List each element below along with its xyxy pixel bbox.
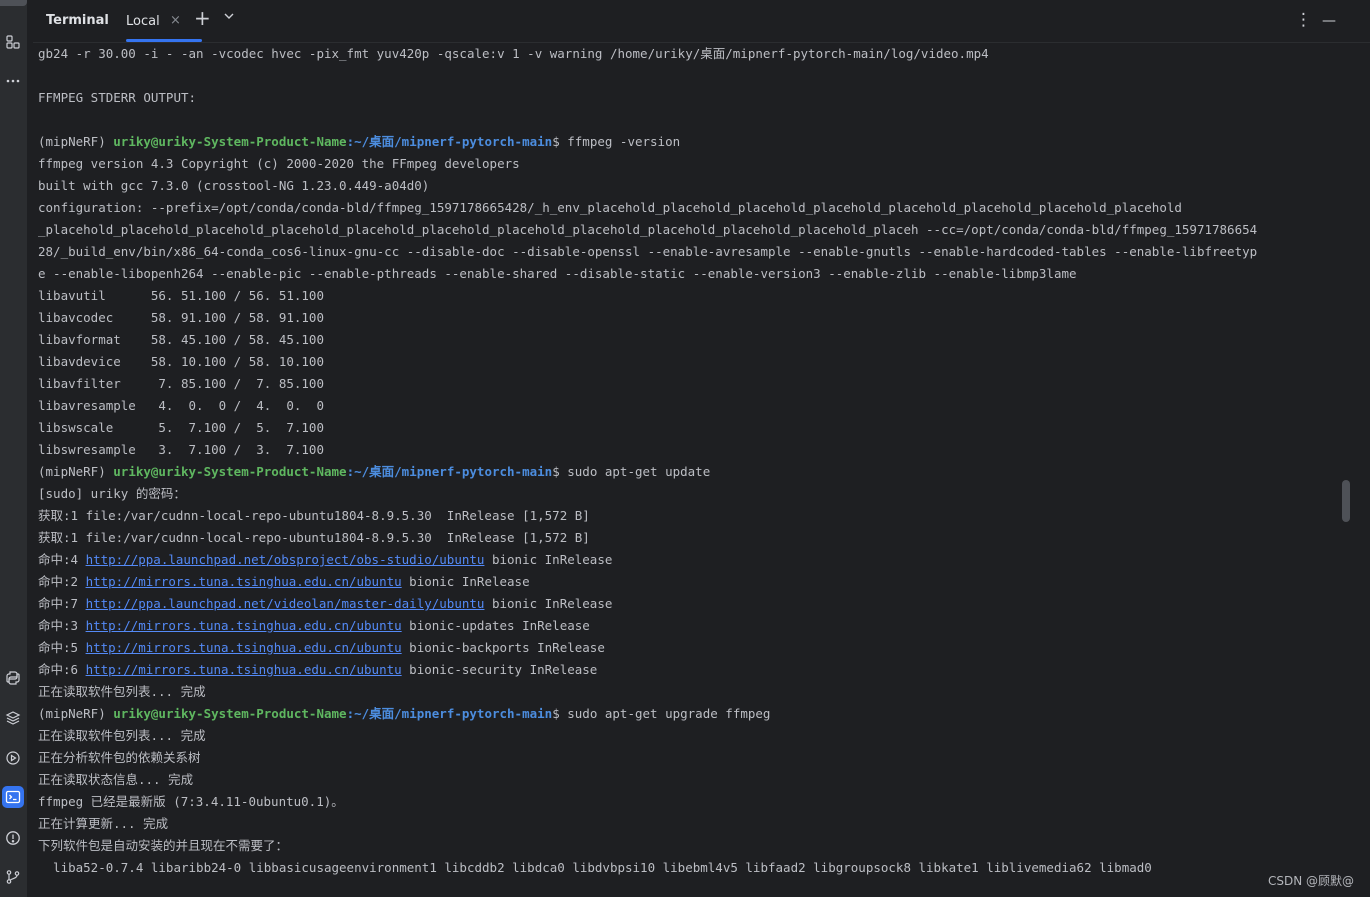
line-prefix: 命中:5 <box>38 640 86 655</box>
line-prefix: 命中:6 <box>38 662 86 677</box>
line-suffix: bionic InRelease <box>484 596 613 611</box>
tab-local[interactable]: Local × <box>118 0 202 42</box>
url-link[interactable]: http://mirrors.tuna.tsinghua.edu.cn/ubun… <box>86 574 402 589</box>
url-link[interactable]: http://ppa.launchpad.net/obsproject/obs-… <box>86 552 485 567</box>
new-tab-icon[interactable]: + <box>194 8 211 28</box>
line-suffix: bionic InRelease <box>401 574 530 589</box>
terminal-line: 命中:3 http://mirrors.tuna.tsinghua.edu.cn… <box>38 615 1348 637</box>
terminal-line: libavutil 56. 51.100 / 56. 51.100 <box>38 288 324 303</box>
terminal-line: 命中:5 http://mirrors.tuna.tsinghua.edu.cn… <box>38 637 1348 659</box>
terminal-prompt-line: (mipNeRF) uriky@uriky-System-Product-Nam… <box>38 131 1348 153</box>
rail-scroll-indicator <box>0 0 27 6</box>
terminal-line: 正在读取软件包列表... 完成 <box>38 684 206 699</box>
prompt-command: sudo apt-get update <box>567 464 711 479</box>
terminal-line: libavdevice 58. 10.100 / 58. 10.100 <box>38 354 324 369</box>
terminal-line: liba52-0.7.4 libaribb24-0 libbasicusagee… <box>38 860 1152 875</box>
terminal-line: 下列软件包是自动安装的并且现在不需要了： <box>38 838 289 853</box>
line-prefix: 命中:4 <box>38 552 86 567</box>
more-icon[interactable] <box>2 70 24 92</box>
terminal-line: 命中:6 http://mirrors.tuna.tsinghua.edu.cn… <box>38 659 1348 681</box>
git-icon[interactable] <box>2 866 24 888</box>
line-suffix: bionic-updates InRelease <box>401 618 590 633</box>
terminal-line: e --enable-libopenh264 --enable-pic --en… <box>38 266 1077 281</box>
terminal-line: 正在读取状态信息... 完成 <box>38 772 194 787</box>
prompt-command: sudo apt-get upgrade ffmpeg <box>567 706 771 721</box>
prompt-user: uriky@uriky-System-Product-Name <box>113 706 347 721</box>
terminal-line: 命中:7 http://ppa.launchpad.net/videolan/m… <box>38 593 1348 615</box>
terminal-line: [sudo] uriky 的密码： <box>38 486 186 501</box>
close-icon[interactable]: × <box>170 13 181 28</box>
chevron-down-icon[interactable] <box>223 8 235 26</box>
terminal-line: 命中:2 http://mirrors.tuna.tsinghua.edu.cn… <box>38 571 1348 593</box>
prompt-separator: $ <box>552 134 568 149</box>
terminal-line: libavresample 4. 0. 0 / 4. 0. 0 <box>38 398 324 413</box>
terminal-line: 获取:1 file:/var/cudnn-local-repo-ubuntu18… <box>38 508 590 523</box>
prompt-path: :~/桌面/mipnerf-pytorch-main <box>346 134 553 149</box>
prompt-separator: $ <box>552 706 568 721</box>
structure-icon[interactable] <box>2 31 24 53</box>
python-console-icon[interactable] <box>2 667 24 689</box>
minimize-icon[interactable]: — <box>1322 12 1336 30</box>
terminal-line: configuration: --prefix=/opt/conda/conda… <box>38 200 1182 215</box>
line-prefix: 命中:2 <box>38 574 86 589</box>
url-link[interactable]: http://mirrors.tuna.tsinghua.edu.cn/ubun… <box>86 640 402 655</box>
terminal-line: 正在计算更新... 完成 <box>38 816 169 831</box>
line-suffix: bionic-backports InRelease <box>401 640 605 655</box>
terminal-line: ffmpeg 已经是最新版 (7:3.4.11-0ubuntu0.1)。 <box>38 794 344 809</box>
prompt-path: :~/桌面/mipnerf-pytorch-main <box>346 706 553 721</box>
options-menu-icon[interactable]: ⋮ <box>1295 11 1312 29</box>
prompt-env: (mipNeRF) <box>38 464 114 479</box>
prompt-env: (mipNeRF) <box>38 134 114 149</box>
terminal-icon[interactable] <box>2 786 24 808</box>
terminal-line: libavcodec 58. 91.100 / 58. 91.100 <box>38 310 324 325</box>
terminal-line: 正在分析软件包的依赖关系树 <box>38 750 201 765</box>
terminal-output[interactable]: gb24 -r 30.00 -i - -an -vcodec hvec -pix… <box>38 43 1348 897</box>
line-suffix: bionic-security InRelease <box>401 662 598 677</box>
prompt-user: uriky@uriky-System-Product-Name <box>113 134 347 149</box>
terminal-line: 正在读取软件包列表... 完成 <box>38 728 206 743</box>
tab-local-label: Local <box>126 14 160 29</box>
url-link[interactable]: http://mirrors.tuna.tsinghua.edu.cn/ubun… <box>86 662 402 677</box>
prompt-user: uriky@uriky-System-Product-Name <box>113 464 347 479</box>
terminal-prompt-line: (mipNeRF) uriky@uriky-System-Product-Nam… <box>38 461 1348 483</box>
terminal-line: _placehold_placehold_placehold_placehold… <box>38 222 1258 237</box>
url-link[interactable]: http://mirrors.tuna.tsinghua.edu.cn/ubun… <box>86 618 402 633</box>
terminal-line: FFMPEG STDERR OUTPUT: <box>38 90 197 105</box>
url-link[interactable]: http://ppa.launchpad.net/videolan/master… <box>86 596 485 611</box>
tool-window-title: Terminal <box>46 13 109 28</box>
prompt-separator: $ <box>552 464 568 479</box>
line-prefix: 命中:3 <box>38 618 86 633</box>
terminal-tab-bar: Terminal Local × + ⋮ — <box>33 0 1370 43</box>
terminal-line: libswresample 3. 7.100 / 3. 7.100 <box>38 442 324 457</box>
prompt-path: :~/桌面/mipnerf-pytorch-main <box>346 464 553 479</box>
terminal-line: libswscale 5. 7.100 / 5. 7.100 <box>38 420 324 435</box>
layers-icon[interactable] <box>2 707 24 729</box>
terminal-line: libavfilter 7. 85.100 / 7. 85.100 <box>38 376 324 391</box>
terminal-line: 命中:4 http://ppa.launchpad.net/obsproject… <box>38 549 1348 571</box>
active-tab-indicator <box>126 39 202 42</box>
line-suffix: bionic InRelease <box>484 552 613 567</box>
terminal-line: 28/_build_env/bin/x86_64-conda_cos6-linu… <box>38 244 1258 259</box>
terminal-scrollbar[interactable] <box>1342 480 1350 522</box>
line-prefix: 命中:7 <box>38 596 86 611</box>
problems-icon[interactable] <box>2 827 24 849</box>
terminal-tool-window: Terminal Local × + ⋮ — gb24 -r 30.00 -i … <box>33 0 1370 897</box>
prompt-command: ffmpeg -version <box>567 134 681 149</box>
terminal-line: libavformat 58. 45.100 / 58. 45.100 <box>38 332 324 347</box>
terminal-line: built with gcc 7.3.0 (crosstool-NG 1.23.… <box>38 178 430 193</box>
prompt-env: (mipNeRF) <box>38 706 114 721</box>
terminal-line: 获取:1 file:/var/cudnn-local-repo-ubuntu18… <box>38 530 590 545</box>
terminal-prompt-line: (mipNeRF) uriky@uriky-System-Product-Nam… <box>38 703 1348 725</box>
terminal-line: gb24 -r 30.00 -i - -an -vcodec hvec -pix… <box>38 46 989 61</box>
services-icon[interactable] <box>2 747 24 769</box>
tool-window-rail <box>0 0 28 897</box>
terminal-line: ffmpeg version 4.3 Copyright (c) 2000-20… <box>38 156 520 171</box>
watermark: CSDN @顾默@ <box>1267 874 1354 888</box>
